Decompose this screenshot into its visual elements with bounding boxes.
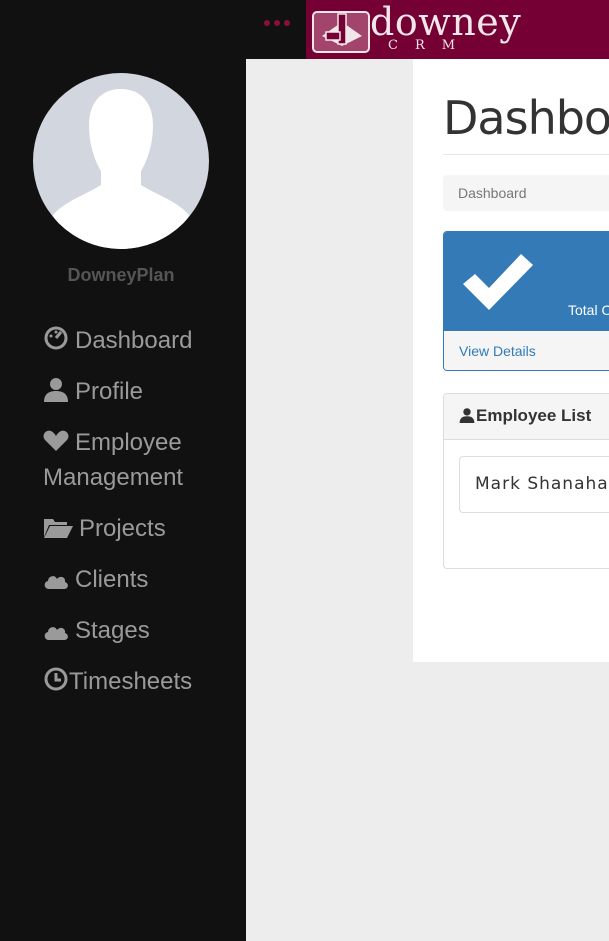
sidebar-item-employee-management[interactable]: Employee Management [43, 425, 243, 495]
sidebar-item-clients[interactable]: Clients [43, 562, 243, 597]
breadcrumb: Dashboard [443, 175, 609, 211]
sidebar-item-label: Profile [75, 378, 144, 405]
dashboard-icon [43, 325, 69, 351]
menu-toggle-icon[interactable] [264, 20, 290, 26]
stat-card-header: Total O [444, 232, 609, 331]
title-divider [443, 154, 609, 155]
sidebar-item-label: Clients [75, 566, 149, 593]
stat-card-label: Total O [568, 302, 609, 318]
view-details-link[interactable]: View Details [459, 343, 536, 359]
employee-list-header: Employee List [444, 394, 609, 440]
breadcrumb-item[interactable]: Dashboard [458, 185, 527, 201]
list-item[interactable]: Mark Shanahan [459, 456, 609, 513]
sidebar-item-label: Dashboard [75, 327, 193, 354]
sidebar-item-label: Timesheets [69, 668, 193, 695]
avatar[interactable] [33, 73, 209, 249]
stat-card-footer[interactable]: View Details [444, 331, 609, 370]
sidebar-item-label: Projects [79, 515, 166, 542]
username: DowneyPlan [67, 265, 175, 285]
sidebar-item-projects[interactable]: Projects [43, 511, 243, 546]
page-title: Dashboard [443, 91, 609, 145]
employee-list-panel: Employee List Mark Shanahan [443, 393, 609, 569]
user-icon [43, 376, 69, 402]
employee-name: Mark Shanahan [475, 474, 609, 494]
heart-icon [43, 429, 69, 453]
main-panel: Dashboard Dashboard Total O View Details… [413, 59, 609, 662]
check-icon [463, 254, 533, 310]
folder-open-icon [43, 515, 73, 539]
employee-list-title: Employee List [476, 406, 592, 425]
sidebar-item-stages[interactable]: Stages [43, 613, 243, 648]
cloud-icon [43, 572, 69, 590]
user-avatar-icon [53, 89, 189, 249]
stat-card: Total O View Details [443, 231, 609, 371]
sidebar-item-profile[interactable]: Profile [43, 374, 243, 409]
sidebar: DowneyPlan Dashboard Profile Employee Ma… [0, 59, 246, 941]
top-bar: downey CRM [0, 0, 609, 59]
sidebar-item-dashboard[interactable]: Dashboard [43, 323, 243, 358]
user-icon [459, 408, 475, 423]
brand-logo[interactable]: downey CRM [306, 0, 609, 59]
brand-name: downey [370, 0, 522, 44]
brand-emblem-icon [312, 11, 370, 53]
sidebar-item-timesheets[interactable]: Timesheets [43, 664, 243, 699]
cloud-icon [43, 623, 69, 641]
sidebar-nav: Dashboard Profile Employee Management Pr… [43, 323, 243, 715]
clock-icon [43, 666, 69, 692]
sidebar-item-label: Stages [75, 617, 150, 644]
brand-subtitle: CRM [388, 38, 473, 53]
